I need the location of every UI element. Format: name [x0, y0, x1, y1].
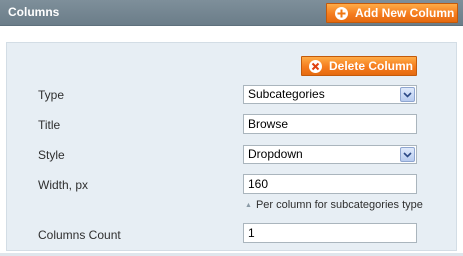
section-title: Columns — [8, 5, 60, 19]
width-hint: ▲ Per column for subcategories type — [245, 199, 423, 211]
columns-header: Columns Add New Column — [0, 0, 463, 26]
title-input[interactable]: Browse — [243, 114, 417, 134]
delete-column-button[interactable]: Delete Column — [301, 56, 417, 76]
width-input[interactable]: 160 — [243, 174, 417, 194]
plus-circle-icon — [335, 6, 348, 20]
width-label: Width, px — [38, 178, 89, 192]
style-label: Style — [38, 148, 65, 162]
type-select[interactable]: Subcategories — [243, 85, 417, 104]
style-select-value: Dropdown — [248, 147, 303, 161]
style-select[interactable]: Dropdown — [243, 145, 417, 164]
x-circle-icon — [309, 59, 322, 73]
columns-count-label: Columns Count — [38, 228, 121, 242]
type-label: Type — [38, 88, 65, 102]
add-new-column-button[interactable]: Add New Column — [326, 3, 458, 23]
triangle-up-icon: ▲ — [245, 201, 252, 209]
width-hint-text: Per column for subcategories type — [255, 199, 423, 211]
add-new-column-label: Add New Column — [355, 6, 455, 20]
chevron-down-icon[interactable] — [400, 147, 415, 162]
title-label: Title — [38, 118, 61, 132]
type-select-value: Subcategories — [248, 87, 325, 101]
chevron-down-icon[interactable] — [400, 87, 415, 102]
columns-count-input[interactable]: 1 — [243, 223, 417, 243]
delete-column-label: Delete Column — [329, 59, 414, 73]
